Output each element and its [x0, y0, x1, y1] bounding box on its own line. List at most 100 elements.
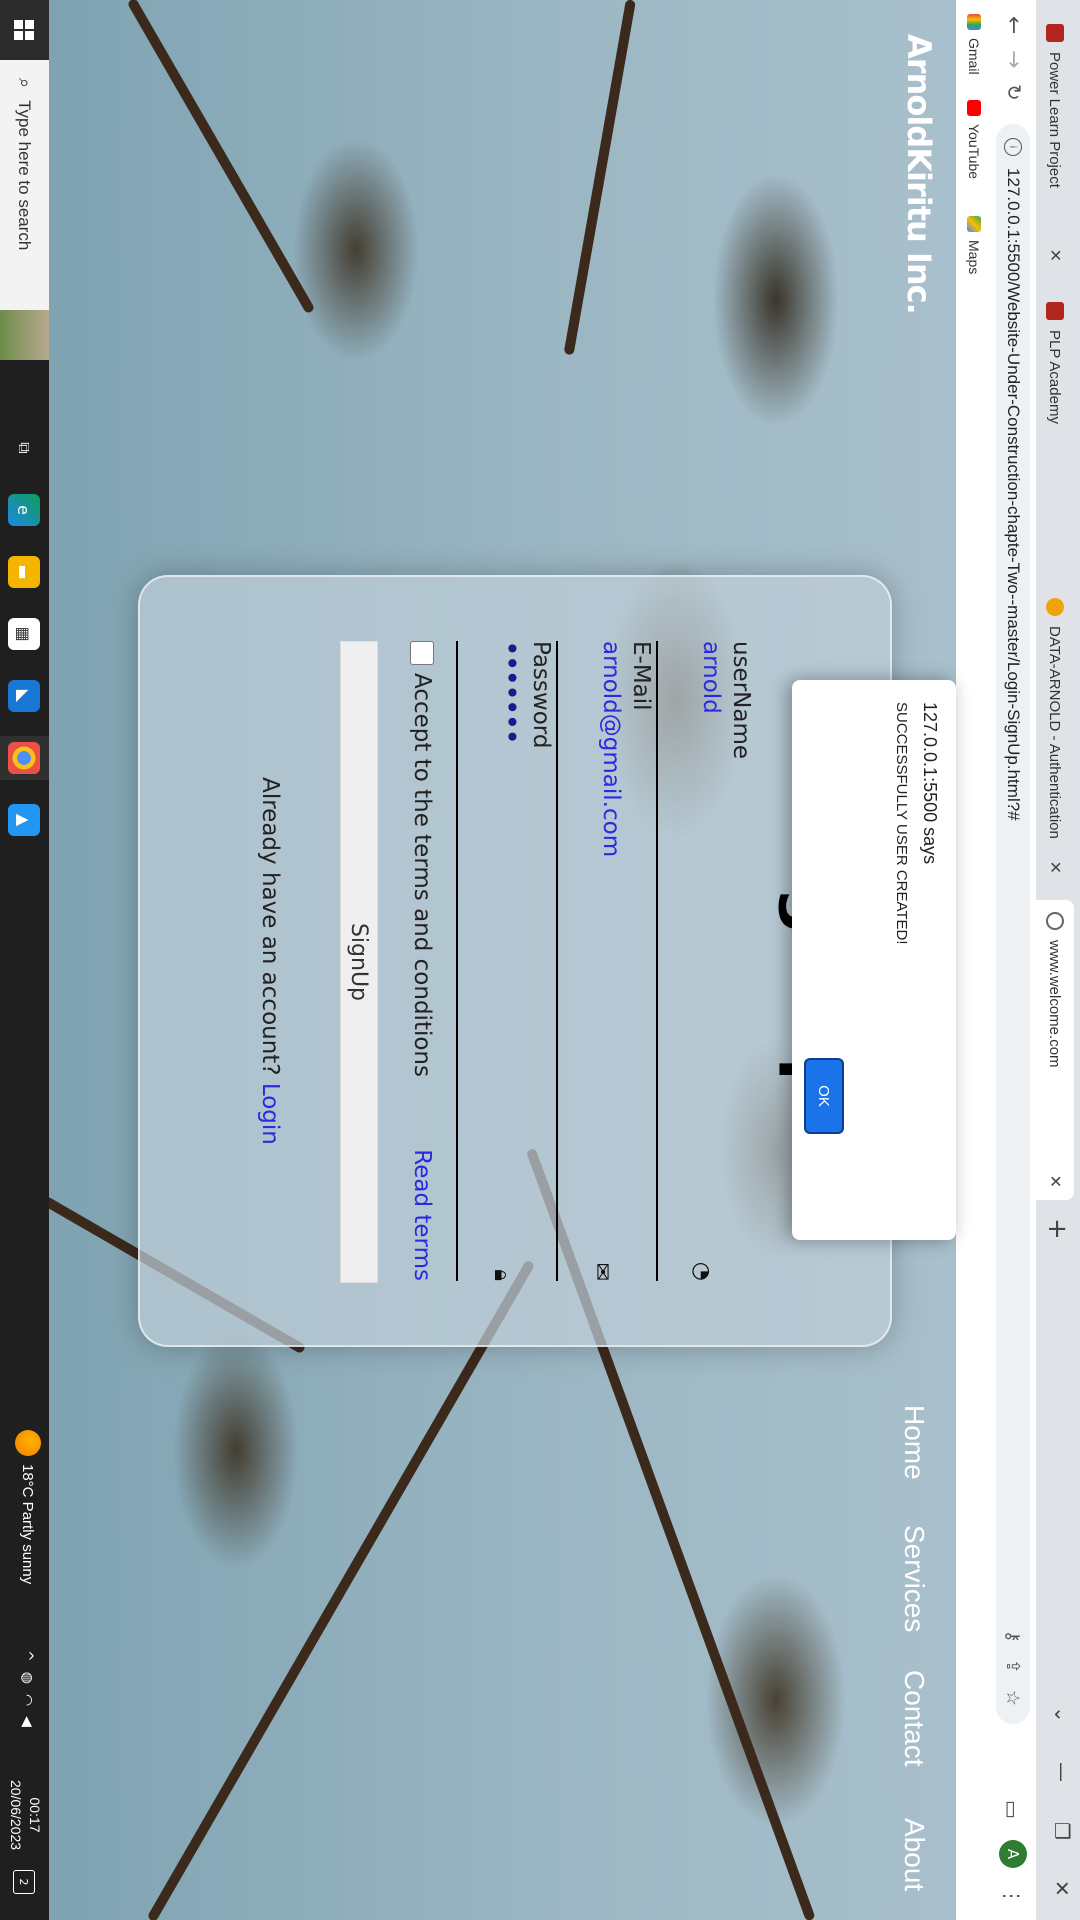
email-label: E-Mail [628, 641, 654, 711]
plp-favicon-icon [1046, 302, 1064, 320]
volume-icon[interactable]: ◀ [19, 1716, 35, 1727]
taskbar-search[interactable]: ⌕ Type here to search [0, 60, 49, 360]
close-window-icon[interactable]: ✕ [1050, 1880, 1074, 1897]
tab-plp-academy[interactable]: PLP Academy [1036, 290, 1074, 558]
address-bar[interactable]: i 127.0.0.1:5500/Website-Under-Construct… [996, 124, 1030, 1724]
read-terms-link[interactable]: Read terms [409, 1149, 435, 1281]
username-field[interactable]: userName arnold ◔ [654, 641, 754, 1281]
tab-title: DATA-ARNOLD - Authentication [1046, 626, 1064, 839]
edge-icon[interactable]: e [8, 494, 40, 526]
terms-label: Accept to the terms and conditions [409, 673, 435, 1077]
reload-icon[interactable]: ↻ [1002, 84, 1026, 101]
system-tray: ^ ◍ ◠ ◀ [19, 1650, 35, 1727]
palm-trunk [126, 0, 316, 315]
bookmark-youtube[interactable]: YouTube [966, 100, 982, 179]
weather-widget[interactable]: 18°C Partly sunny [15, 1430, 41, 1584]
chrome-icon[interactable] [8, 742, 40, 774]
gmail-icon [967, 14, 981, 30]
tab-data-arnold[interactable]: DATA-ARNOLD - Authentication ✕ [1036, 586, 1074, 886]
firebase-favicon-icon [1046, 598, 1064, 616]
network-icon[interactable]: ◍ [19, 1672, 35, 1684]
palm-trunk [563, 0, 636, 356]
tab-title: PLP Academy [1046, 330, 1064, 424]
nav-services[interactable]: Services [898, 1525, 930, 1632]
password-input[interactable]: ••••••• [498, 641, 524, 1281]
email-field[interactable]: E-Mail arnold@gmail.com ✉ [554, 641, 654, 1281]
sidebar-icon[interactable]: ▭ [1000, 1800, 1024, 1819]
alert-dialog: 127.0.0.1:5500 says SUCCESSFULLY USER CR… [792, 680, 956, 1240]
email-input[interactable]: arnold@gmail.com [598, 641, 624, 1281]
weather-text: 18°C Partly sunny [19, 1464, 37, 1585]
notification-icon[interactable]: 2 [13, 1870, 35, 1894]
tab-power-learn-project[interactable]: Power Learn Project ✕ [1036, 12, 1074, 274]
youtube-icon [967, 100, 981, 116]
ok-button[interactable]: OK [804, 1058, 844, 1134]
browser-tab-bar: Power Learn Project ✕ PLP Academy DATA-A… [1036, 0, 1080, 1920]
chevron-up-icon[interactable]: ^ [19, 1650, 35, 1662]
signup-button[interactable]: SignUp [340, 641, 378, 1283]
terms-row: Accept to the terms and conditions Read … [409, 641, 435, 1281]
nav-contact[interactable]: Contact [898, 1670, 930, 1767]
back-icon[interactable]: ← [1001, 16, 1026, 34]
brand-logo[interactable]: ArnoldKiritu Inc. [900, 34, 938, 314]
bookmark-maps[interactable]: Maps [966, 216, 982, 274]
have-account-text: Already have an account? Login [257, 777, 283, 1145]
task-view-icon[interactable]: ⧉ [8, 432, 40, 464]
field-underline [656, 641, 658, 1281]
menu-kebab-icon[interactable]: ⋮ [1000, 1886, 1024, 1906]
file-explorer-icon[interactable]: ▬ [8, 556, 40, 588]
password-field[interactable]: Password ••••••• 🔒︎ [454, 641, 554, 1281]
search-placeholder: Type here to search [15, 100, 35, 251]
field-underline [456, 641, 458, 1281]
tab-title: Power Learn Project [1046, 52, 1064, 188]
search-highlight-image [0, 310, 49, 360]
globe-icon [1046, 912, 1064, 930]
login-link[interactable]: Login [257, 1083, 283, 1145]
dialog-message: SUCCESSFULLY USER CREATED! [893, 702, 910, 945]
signup-card: Sign Up userName arnold ◔ E-Mail arnold@… [138, 575, 892, 1347]
screen: Power Learn Project ✕ PLP Academy DATA-A… [0, 0, 1080, 1920]
tab-search-icon[interactable]: ⌄ [1050, 1706, 1074, 1723]
username-label: userName [728, 641, 754, 760]
username-input[interactable]: arnold [698, 641, 724, 1281]
close-tab-icon[interactable]: ✕ [1045, 861, 1065, 874]
search-icon: ⌕ [15, 78, 35, 89]
windows-icon [14, 20, 35, 40]
clock[interactable]: 00:17 20/06/2023 [6, 1780, 44, 1850]
bookmarks-bar: Gmail YouTube Maps [956, 0, 990, 1920]
forward-icon[interactable]: → [1001, 50, 1026, 68]
palm-trunk [146, 1259, 536, 1920]
tab-welcome[interactable]: www.welcome.com ✕ [1036, 900, 1074, 1200]
taskbar: ⌕ Type here to search ⧉ e ▬ ▦ ◣ ▲ 18°C P… [0, 0, 49, 1920]
minimize-icon[interactable]: — [1050, 1762, 1074, 1782]
share-icon[interactable]: ⇪ [1003, 1659, 1024, 1674]
weather-sun-icon [15, 1430, 41, 1456]
terms-checkbox[interactable] [410, 641, 434, 665]
bookmark-gmail[interactable]: Gmail [966, 14, 982, 75]
star-icon[interactable]: ☆ [1003, 1690, 1024, 1706]
close-tab-icon[interactable]: ✕ [1045, 249, 1065, 262]
new-tab-icon[interactable]: + [1042, 1218, 1072, 1240]
start-button[interactable] [0, 0, 49, 60]
browser-toolbar: ← → ↻ i 127.0.0.1:5500/Website-Under-Con… [990, 0, 1036, 1920]
azure-data-studio-icon[interactable]: ▲ [8, 804, 40, 836]
close-tab-icon[interactable]: ✕ [1045, 1175, 1065, 1188]
password-label: Password [528, 641, 554, 749]
clock-date: 20/06/2023 [8, 1780, 24, 1851]
nav-home[interactable]: Home [898, 1405, 930, 1480]
restore-icon[interactable]: ❐ [1050, 1822, 1074, 1840]
address-url: 127.0.0.1:5500/Website-Under-Constructio… [1004, 168, 1023, 821]
clock-time: 00:17 [27, 1797, 43, 1833]
mail-icon: ✉ [589, 1262, 614, 1281]
lock-icon: 🔒︎ [489, 1269, 514, 1281]
tab-title: www.welcome.com [1046, 940, 1064, 1068]
store-icon[interactable]: ▦ [8, 618, 40, 650]
field-underline [556, 641, 558, 1281]
key-icon[interactable]: ⚷ [1003, 1630, 1024, 1643]
vscode-icon[interactable]: ◣ [8, 680, 40, 712]
wifi-icon[interactable]: ◠ [19, 1694, 35, 1706]
profile-avatar[interactable]: A [999, 1840, 1027, 1868]
plp-favicon-icon [1046, 24, 1064, 42]
site-info-icon[interactable]: i [1004, 138, 1022, 156]
nav-about[interactable]: About [898, 1818, 930, 1891]
